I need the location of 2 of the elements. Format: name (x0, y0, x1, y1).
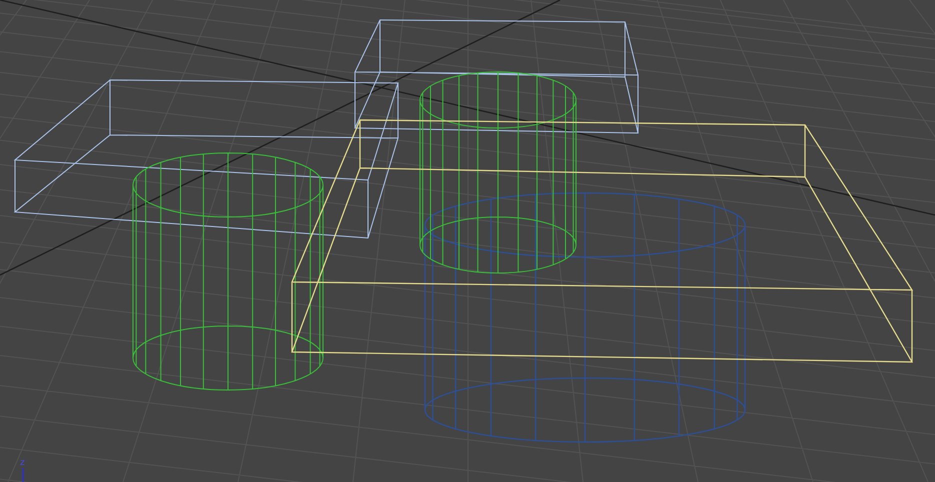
axis-icon (22, 468, 24, 482)
axis-label: z (20, 458, 25, 468)
